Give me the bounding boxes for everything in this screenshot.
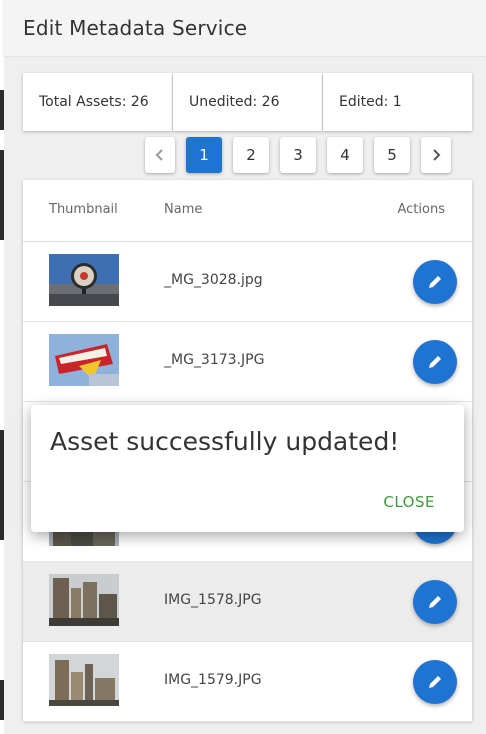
asset-name: _MG_3028.jpg: [164, 272, 263, 288]
thumbnail-image: [49, 574, 119, 626]
total-assets-stat: Total Assets: 26: [23, 73, 172, 131]
page-button-4[interactable]: 4: [327, 137, 363, 173]
table-row: _MG_3028.jpg: [23, 242, 472, 322]
asset-name: _MG_3173.JPG: [164, 352, 265, 368]
page-button-3[interactable]: 3: [280, 137, 316, 173]
table-header: Thumbnail Name Actions: [23, 180, 472, 242]
asset-name: IMG_1579.JPG: [164, 672, 262, 688]
snackbar-message: Asset successfully updated!: [50, 427, 400, 456]
metadata-service-window: Edit Metadata Service Total Assets: 26 U…: [4, 0, 486, 734]
page-title: Edit Metadata Service: [23, 16, 248, 40]
column-header-name: Name: [164, 202, 203, 217]
chevron-right-icon: [433, 149, 441, 161]
pencil-icon: [429, 356, 441, 368]
pencil-icon: [429, 676, 441, 688]
close-button[interactable]: CLOSE: [383, 493, 435, 511]
unedited-stat: Unedited: 26: [173, 73, 322, 131]
thumbnail-image: [49, 334, 119, 386]
next-page-button[interactable]: [421, 137, 451, 173]
success-snackbar: Asset successfully updated! CLOSE: [31, 405, 464, 532]
column-header-actions: Actions: [397, 202, 446, 217]
page-button-1[interactable]: 1: [186, 137, 222, 173]
asset-name: IMG_1578.JPG: [164, 592, 262, 608]
table-row: IMG_1578.JPG: [23, 562, 472, 642]
page-button-2[interactable]: 2: [233, 137, 269, 173]
thumbnail-image: [49, 254, 119, 306]
edit-asset-button[interactable]: [413, 580, 457, 624]
edit-asset-button[interactable]: [413, 260, 457, 304]
table-row: IMG_1579.JPG: [23, 642, 472, 722]
pagination: 1 2 3 4 5: [145, 137, 462, 173]
title-bar: Edit Metadata Service: [4, 0, 486, 57]
pencil-icon: [429, 276, 441, 288]
prev-page-button[interactable]: [145, 137, 175, 173]
page-button-5[interactable]: 5: [374, 137, 410, 173]
stats-bar: Total Assets: 26 Unedited: 26 Edited: 1: [23, 73, 472, 131]
thumbnail-image: [49, 654, 119, 706]
edit-asset-button[interactable]: [413, 660, 457, 704]
pencil-icon: [429, 596, 441, 608]
edit-asset-button[interactable]: [413, 340, 457, 384]
table-row: _MG_3173.JPG: [23, 322, 472, 402]
column-header-thumbnail: Thumbnail: [49, 202, 118, 217]
main-content: Total Assets: 26 Unedited: 26 Edited: 1 …: [4, 57, 486, 734]
edited-stat: Edited: 1: [323, 73, 472, 131]
chevron-left-icon: [155, 149, 163, 161]
